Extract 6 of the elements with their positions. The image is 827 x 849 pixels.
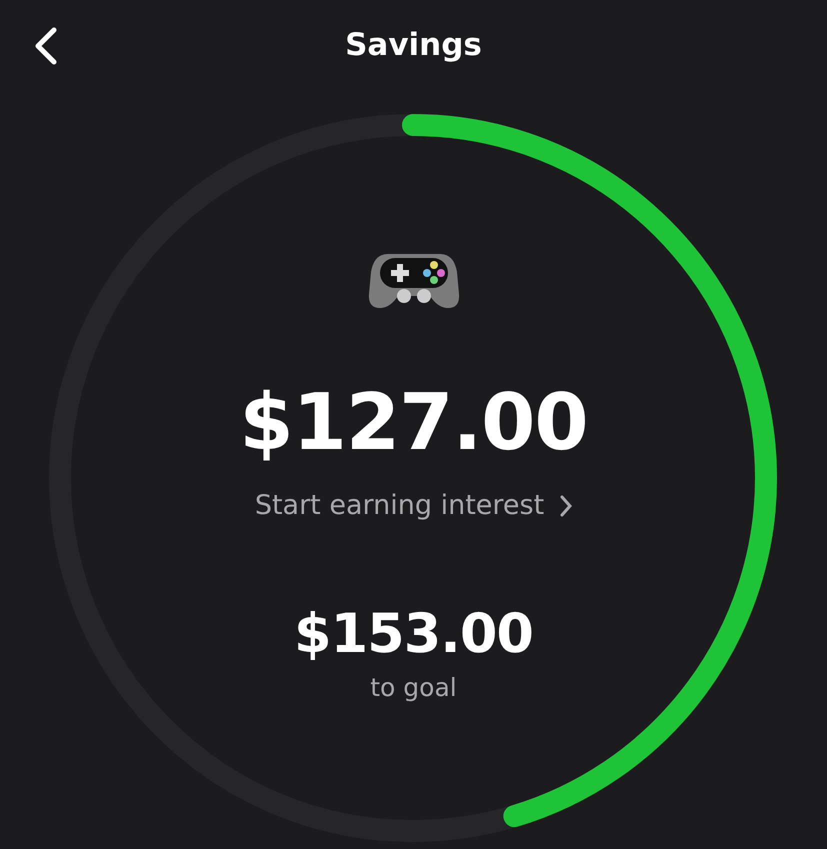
goal-label: to goal: [370, 672, 457, 704]
balance-amount: $127.00: [239, 377, 588, 462]
chevron-icon: [560, 495, 572, 518]
interest-link[interactable]: Start earning interest: [254, 486, 572, 526]
screen-title: Savings: [345, 26, 482, 65]
remaining-amount: $153.00: [294, 606, 533, 660]
